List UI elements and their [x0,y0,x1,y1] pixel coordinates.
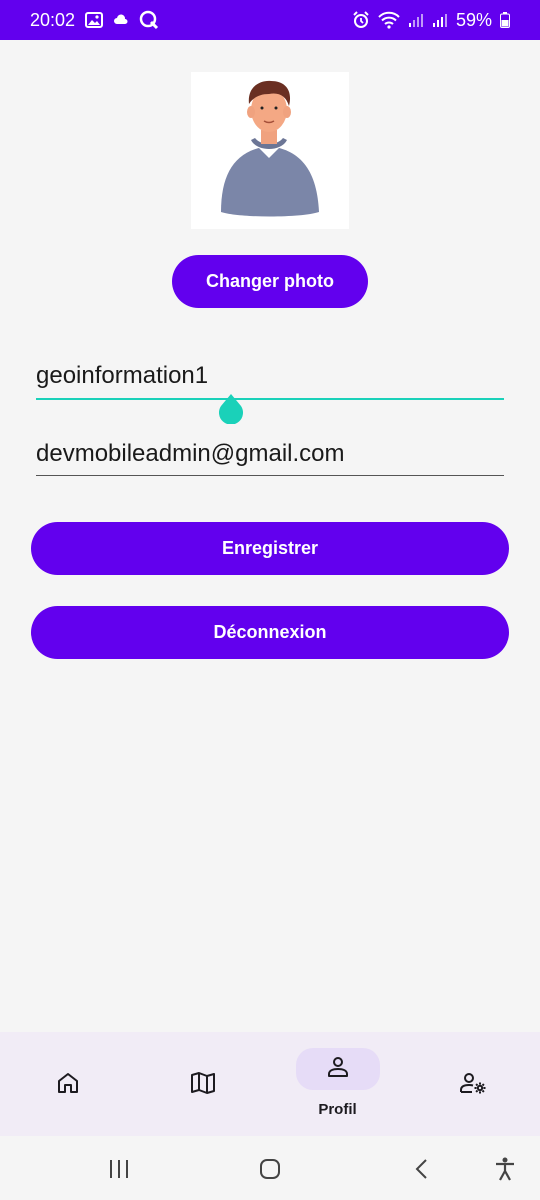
home-icon [56,1071,80,1100]
cloud-notification-icon [113,14,129,26]
battery-percent: 59% [455,9,492,30]
save-button[interactable]: Enregistrer [31,522,509,575]
signal-icon-2 [432,12,448,28]
nav-item-profil[interactable]: Profil [270,1032,405,1136]
system-navigation-bar [0,1136,540,1200]
email-field[interactable]: devmobileadmin@gmail.com [36,438,504,476]
status-bar: 20:02 59% [0,0,540,40]
recents-icon[interactable] [102,1152,136,1186]
nav-item-user-settings[interactable] [405,1032,540,1136]
battery-icon [500,12,510,28]
username-value: geoinformation1 [36,362,209,389]
nav-label-profil: Profil [318,1101,357,1118]
accessibility-icon[interactable] [488,1152,522,1186]
avatar [191,72,349,229]
signal-icon-1 [408,12,424,28]
gallery-notification-icon [85,12,104,28]
email-value: devmobileadmin@gmail.com [36,440,345,467]
status-time: 20:02 [30,9,76,30]
home-button-icon[interactable] [253,1152,287,1186]
change-photo-button[interactable]: Changer photo [172,255,368,308]
nav-item-map[interactable] [135,1032,270,1136]
person-icon [326,1055,350,1084]
user-settings-icon [459,1071,487,1100]
bottom-navigation: Profil [0,1032,540,1136]
nav-item-home[interactable] [0,1032,135,1136]
alarm-icon [352,11,370,29]
text-cursor-handle[interactable] [218,394,244,425]
wifi-icon [378,11,400,29]
q-app-notification-icon [139,10,159,30]
logout-button[interactable]: Déconnexion [31,606,509,659]
back-icon[interactable] [405,1152,439,1186]
map-icon [190,1071,216,1100]
username-field[interactable]: geoinformation1 [36,360,504,400]
